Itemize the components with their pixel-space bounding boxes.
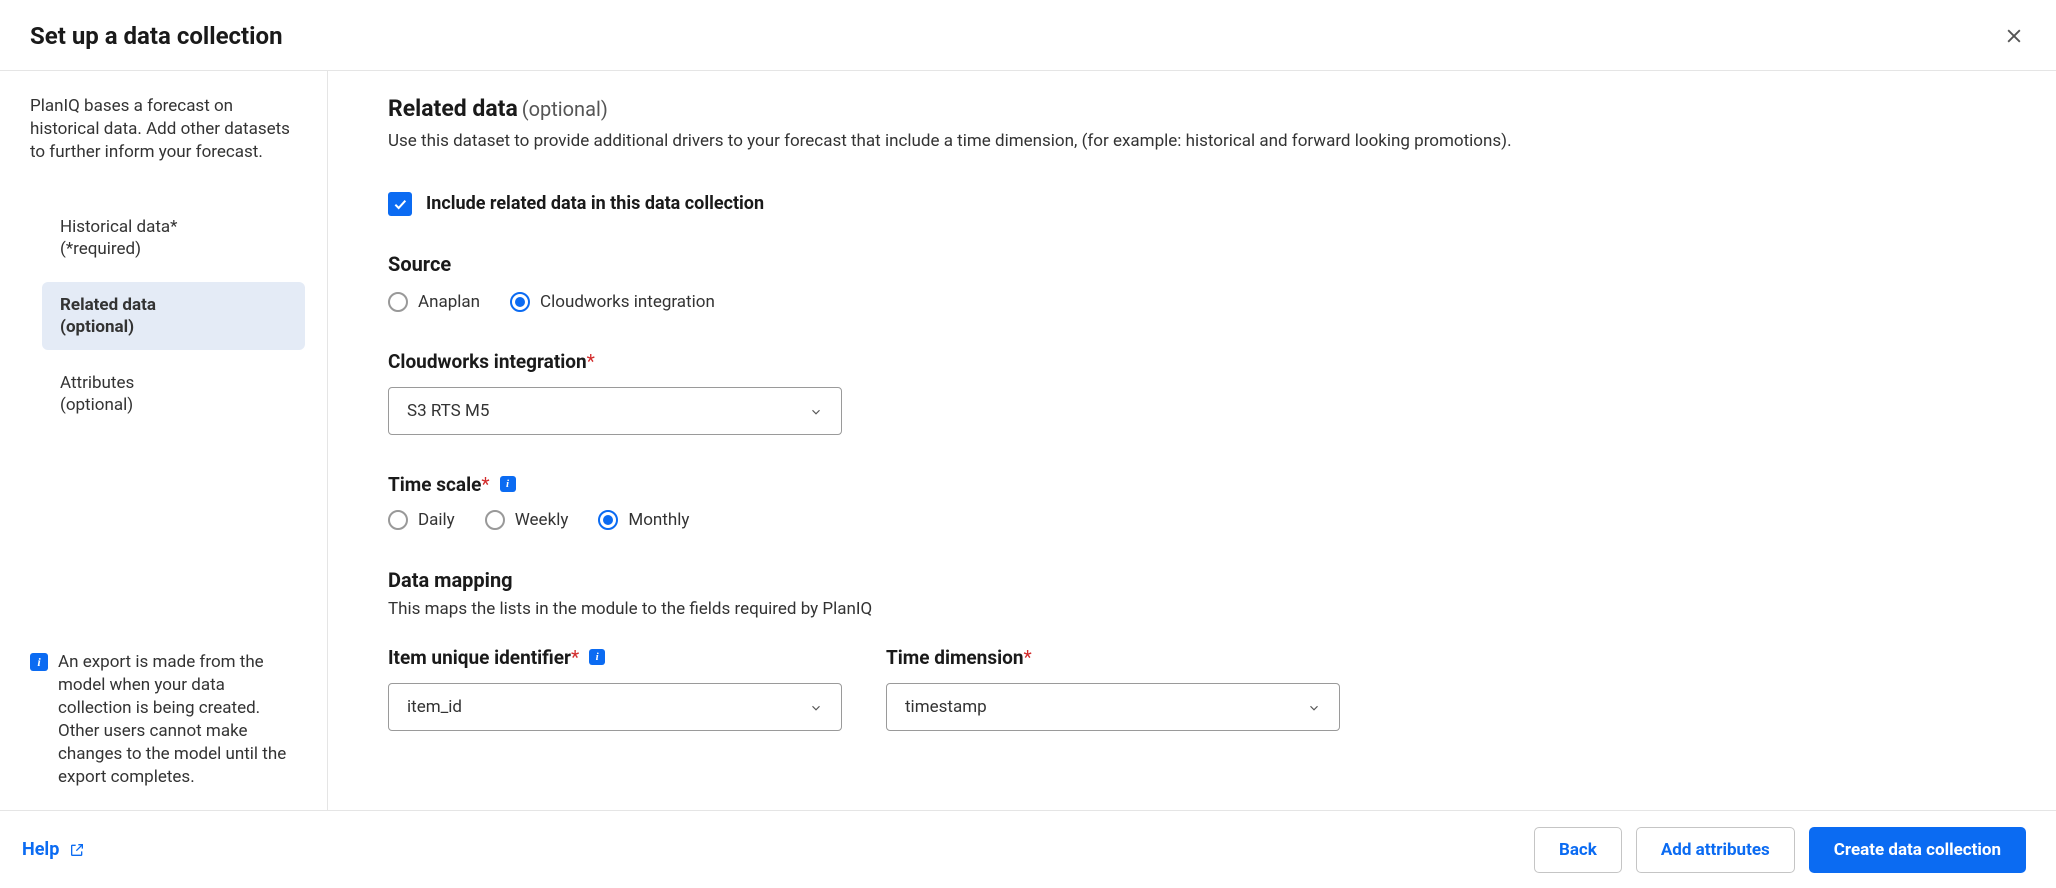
cloudworks-integration-select[interactable]: S3 RTS M5 bbox=[388, 387, 842, 435]
sidebar-nav: Historical data* (*required) Related dat… bbox=[30, 204, 297, 429]
radio-icon bbox=[485, 510, 505, 530]
radio-label: Monthly bbox=[628, 510, 689, 530]
footer-buttons: Back Add attributes Create data collecti… bbox=[1534, 827, 2026, 873]
dialog-footer: Help Back Add attributes Create data col… bbox=[0, 810, 2056, 888]
radio-icon bbox=[598, 510, 618, 530]
time-dimension-select[interactable]: timestamp bbox=[886, 683, 1340, 731]
include-related-checkbox[interactable] bbox=[388, 192, 412, 216]
info-icon[interactable]: i bbox=[589, 649, 605, 665]
radio-label: Daily bbox=[418, 510, 455, 530]
source-radio-group: Anaplan Cloudworks integration bbox=[388, 292, 1996, 312]
help-label: Help bbox=[22, 839, 59, 860]
time-scale-radio-group: Daily Weekly Monthly bbox=[388, 510, 1996, 530]
data-mapping-row: Item unique identifier* i item_id Time d… bbox=[388, 646, 1996, 731]
source-radio-anaplan[interactable]: Anaplan bbox=[388, 292, 480, 312]
time-dimension-label: Time dimension* bbox=[886, 646, 1340, 669]
time-scale-label: Time scale* i bbox=[388, 473, 1996, 496]
include-related-label: Include related data in this data collec… bbox=[426, 193, 764, 214]
nav-item-label: Attributes bbox=[60, 373, 134, 393]
chevron-down-icon bbox=[809, 404, 823, 418]
dialog-body: PlanIQ bases a forecast on historical da… bbox=[0, 71, 2056, 813]
sidebar: PlanIQ bases a forecast on historical da… bbox=[0, 71, 328, 813]
add-attributes-button[interactable]: Add attributes bbox=[1636, 827, 1795, 873]
section-description: Use this dataset to provide additional d… bbox=[388, 130, 1996, 154]
select-value: item_id bbox=[407, 697, 462, 717]
radio-label: Cloudworks integration bbox=[540, 292, 715, 312]
source-radio-cloudworks[interactable]: Cloudworks integration bbox=[510, 292, 715, 312]
section-title-suffix: (optional) bbox=[522, 97, 608, 121]
info-icon: i bbox=[30, 653, 48, 671]
section-title-related-data: Related data bbox=[388, 95, 518, 122]
time-scale-radio-monthly[interactable]: Monthly bbox=[598, 510, 689, 530]
sidebar-info-text: An export is made from the model when yo… bbox=[58, 651, 297, 789]
nav-item-label: Historical data* bbox=[60, 217, 177, 237]
radio-icon bbox=[388, 510, 408, 530]
time-scale-radio-weekly[interactable]: Weekly bbox=[485, 510, 569, 530]
close-button[interactable] bbox=[2002, 24, 2026, 48]
dialog-title: Set up a data collection bbox=[30, 22, 283, 50]
nav-item-attributes[interactable]: Attributes (optional) bbox=[42, 360, 305, 428]
chevron-down-icon bbox=[1307, 700, 1321, 714]
source-title: Source bbox=[388, 252, 1996, 276]
sidebar-description: PlanIQ bases a forecast on historical da… bbox=[30, 95, 297, 164]
radio-label: Anaplan bbox=[418, 292, 480, 312]
data-mapping-description: This maps the lists in the module to the… bbox=[388, 598, 1996, 622]
info-icon[interactable]: i bbox=[500, 476, 516, 492]
nav-item-sublabel: (*required) bbox=[60, 238, 287, 260]
cloudworks-integration-label: Cloudworks integration* bbox=[388, 350, 1996, 373]
radio-label: Weekly bbox=[515, 510, 569, 530]
external-link-icon bbox=[69, 842, 85, 858]
sidebar-info: i An export is made from the model when … bbox=[30, 651, 297, 789]
item-unique-identifier-label: Item unique identifier* i bbox=[388, 646, 842, 669]
radio-icon bbox=[510, 292, 530, 312]
back-button[interactable]: Back bbox=[1534, 827, 1622, 873]
nav-item-label: Related data bbox=[60, 295, 156, 315]
data-mapping-title: Data mapping bbox=[388, 568, 1996, 592]
close-icon bbox=[2004, 26, 2024, 46]
nav-item-sublabel: (optional) bbox=[60, 316, 287, 338]
nav-item-historical-data[interactable]: Historical data* (*required) bbox=[42, 204, 305, 272]
nav-item-sublabel: (optional) bbox=[60, 394, 287, 416]
checkmark-icon bbox=[392, 196, 408, 212]
main-content: Related data (optional) Use this dataset… bbox=[328, 71, 2056, 813]
nav-item-related-data[interactable]: Related data (optional) bbox=[42, 282, 305, 350]
select-value: timestamp bbox=[905, 697, 987, 717]
chevron-down-icon bbox=[809, 700, 823, 714]
help-link[interactable]: Help bbox=[22, 839, 85, 860]
select-value: S3 RTS M5 bbox=[407, 401, 489, 421]
radio-icon bbox=[388, 292, 408, 312]
dialog-header: Set up a data collection bbox=[0, 0, 2056, 71]
item-unique-identifier-select[interactable]: item_id bbox=[388, 683, 842, 731]
include-related-checkbox-row: Include related data in this data collec… bbox=[388, 192, 1996, 216]
create-data-collection-button[interactable]: Create data collection bbox=[1809, 827, 2026, 873]
time-scale-radio-daily[interactable]: Daily bbox=[388, 510, 455, 530]
